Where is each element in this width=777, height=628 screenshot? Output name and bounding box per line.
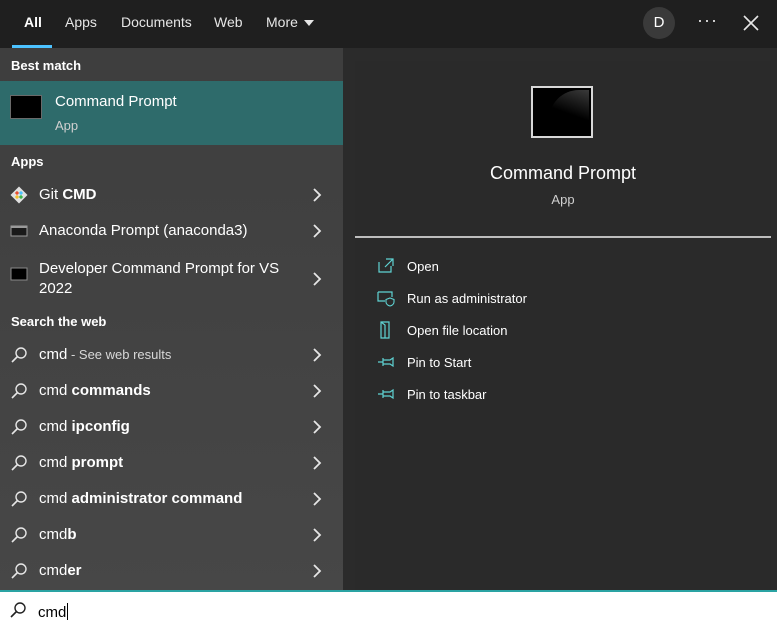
- web-result-label: cmdb: [39, 526, 77, 543]
- preview-pane: Command Prompt App Open Run as administr…: [355, 61, 771, 590]
- chevron-right-icon[interactable]: [311, 224, 323, 238]
- web-result-item[interactable]: cmd ipconfig: [0, 409, 343, 445]
- git-icon: [10, 186, 28, 204]
- app-result-label: Developer Command Prompt for VS 2022: [39, 260, 280, 297]
- search-icon: [11, 347, 27, 363]
- tab-web[interactable]: Web: [214, 14, 243, 30]
- search-icon: [11, 563, 27, 579]
- search-icon: [11, 527, 27, 543]
- command-prompt-icon: [10, 267, 28, 281]
- preview-title: Command Prompt: [489, 163, 637, 183]
- web-result-item[interactable]: cmder: [0, 553, 343, 589]
- terminal-icon: [10, 225, 28, 237]
- chevron-right-icon[interactable]: [311, 348, 323, 362]
- action-label: Open file location: [407, 323, 508, 338]
- search-icon: [11, 383, 27, 399]
- tab-all[interactable]: All: [24, 14, 42, 30]
- web-result-item[interactable]: cmd commands: [0, 373, 343, 409]
- chevron-right-icon[interactable]: [311, 492, 323, 506]
- tab-documents[interactable]: Documents: [121, 14, 192, 30]
- search-icon: [11, 491, 27, 507]
- web-result-item[interactable]: cmd administrator command: [0, 481, 343, 517]
- avatar[interactable]: D: [643, 7, 675, 39]
- action-open-file-location[interactable]: Open file location: [377, 319, 757, 343]
- pin-icon: [378, 356, 394, 368]
- action-label: Open: [407, 259, 439, 274]
- chevron-right-icon[interactable]: [311, 272, 323, 286]
- chevron-down-icon: [303, 20, 314, 27]
- chevron-right-icon[interactable]: [311, 456, 323, 470]
- web-result-label: cmd administrator command: [39, 490, 243, 507]
- action-pin-to-taskbar[interactable]: Pin to taskbar: [377, 383, 757, 407]
- tab-apps[interactable]: Apps: [65, 14, 97, 30]
- chevron-right-icon[interactable]: [311, 564, 323, 578]
- shield-icon: [377, 291, 395, 307]
- file-location-icon: [380, 321, 390, 339]
- app-result-anaconda-prompt[interactable]: Anaconda Prompt (anaconda3): [0, 213, 343, 249]
- web-result-label: cmd ipconfig: [39, 418, 130, 435]
- preview-subtitle: App: [551, 192, 575, 207]
- apps-heading: Apps: [11, 154, 44, 169]
- web-result-label: cmder: [39, 562, 82, 579]
- action-label: Pin to taskbar: [407, 387, 487, 402]
- tab-more[interactable]: More: [266, 14, 314, 30]
- search-web-heading: Search the web: [11, 314, 107, 329]
- tab-more-label: More: [266, 14, 298, 30]
- web-result-label: cmd prompt: [39, 454, 124, 471]
- action-open[interactable]: Open: [377, 255, 757, 279]
- search-icon: [11, 419, 27, 435]
- more-options-button[interactable]: ···: [697, 10, 718, 31]
- action-run-as-administrator[interactable]: Run as administrator: [377, 287, 757, 311]
- close-icon[interactable]: [740, 12, 762, 34]
- top-tab-bar: All Apps Documents Web More D ···: [0, 0, 777, 48]
- chevron-right-icon[interactable]: [311, 384, 323, 398]
- open-icon: [378, 258, 394, 273]
- chevron-right-icon[interactable]: [311, 420, 323, 434]
- app-result-git-cmd[interactable]: Git CMD: [0, 177, 343, 213]
- web-result-item[interactable]: cmd prompt: [0, 445, 343, 481]
- pin-icon: [378, 388, 394, 400]
- action-pin-to-start[interactable]: Pin to Start: [377, 351, 757, 375]
- search-icon: [11, 455, 27, 471]
- web-result-item[interactable]: cmdb: [0, 517, 343, 553]
- chevron-right-icon[interactable]: [311, 188, 323, 202]
- search-icon: [10, 602, 26, 618]
- action-label: Run as administrator: [407, 291, 527, 306]
- action-label: Pin to Start: [407, 355, 472, 370]
- app-result-label: Anaconda Prompt (anaconda3): [39, 222, 248, 239]
- web-result-item[interactable]: cmd - See web results: [0, 337, 343, 373]
- command-prompt-icon: [10, 95, 42, 119]
- command-prompt-large-icon: [531, 86, 593, 138]
- best-match-item[interactable]: Command Prompt App: [0, 81, 343, 145]
- best-match-heading: Best match: [11, 58, 82, 73]
- divider: [355, 236, 771, 238]
- search-input[interactable]: cmd: [38, 603, 69, 621]
- app-result-developer-command-prompt[interactable]: Developer Command Prompt for VS 2022: [0, 255, 343, 303]
- web-result-label: cmd commands: [39, 382, 151, 399]
- web-result-label: cmd - See web results: [39, 346, 172, 363]
- text-cursor: [67, 603, 69, 620]
- results-pane: Best match Command Prompt App Apps Git C…: [0, 48, 343, 590]
- best-match-subtitle: App: [55, 118, 79, 133]
- best-match-title: Command Prompt: [55, 93, 177, 110]
- chevron-right-icon[interactable]: [311, 528, 323, 542]
- search-bar[interactable]: cmd: [0, 590, 777, 628]
- app-result-label: Git CMD: [39, 186, 97, 203]
